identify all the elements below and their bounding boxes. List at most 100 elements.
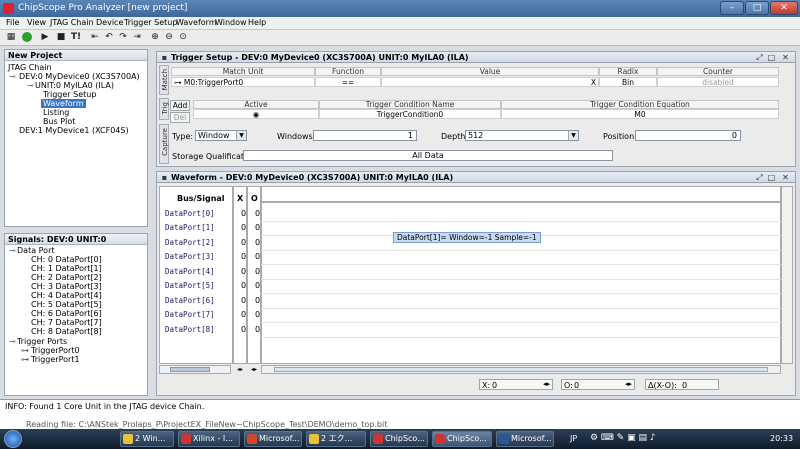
expand-icon[interactable]: ⊸ xyxy=(9,246,16,255)
menu-trigger-setup[interactable]: Trigger Setup xyxy=(124,18,177,27)
active-radio[interactable]: ◉ xyxy=(193,109,319,119)
cursor-x-nav-icon[interactable]: ◂▸ xyxy=(543,380,550,388)
cursor-left-icon[interactable]: ⇤ xyxy=(88,31,102,44)
menu-help[interactable]: Help xyxy=(248,18,266,27)
maximize-icon[interactable]: □ xyxy=(767,173,776,182)
expand-icon[interactable]: ⊸ xyxy=(9,337,16,346)
chevron-down-icon[interactable]: ▼ xyxy=(568,131,578,140)
maximize-icon[interactable]: □ xyxy=(767,53,776,62)
trigger-condition-equation-cell[interactable]: M0 xyxy=(501,109,779,119)
windows-input[interactable]: 1 xyxy=(313,130,417,141)
run-icon[interactable]: ▶ xyxy=(38,31,52,44)
vertical-scrollbar[interactable] xyxy=(781,186,793,364)
menu-file[interactable]: File xyxy=(6,18,19,27)
x-scroll-arrows[interactable]: ◂▸ xyxy=(233,365,247,374)
storage-qualification-field[interactable]: All Data xyxy=(243,150,613,161)
minimize-button[interactable]: – xyxy=(720,1,744,15)
tree-trigger-ports[interactable]: Trigger Ports xyxy=(17,337,67,346)
tree-trigger-port[interactable]: TriggerPort0 xyxy=(31,346,80,355)
task-button[interactable]: Microsof... xyxy=(496,431,554,447)
close-button[interactable]: ✕ xyxy=(770,1,798,15)
expand-icon[interactable]: ⊸ xyxy=(9,72,16,81)
zoom-fit-icon[interactable]: ⊙ xyxy=(176,31,190,44)
trigger-condition-name-cell[interactable]: TriggerCondition0 xyxy=(319,109,501,119)
waveform-canvas[interactable] xyxy=(261,202,781,364)
tree-bus-plot[interactable]: Bus Plot xyxy=(43,117,75,126)
add-button[interactable]: Add xyxy=(170,100,190,111)
tree-unit0[interactable]: UNIT:0 MyILA0 (ILA) xyxy=(35,81,114,90)
signal-row-name[interactable]: DataPort[7] xyxy=(165,310,215,319)
waveform-hscrollbar[interactable] xyxy=(261,365,781,374)
tray-icons[interactable]: ⚙ ⌨ ✎ ▣ ▤ ♪ xyxy=(590,433,656,443)
function-cell[interactable]: == xyxy=(315,77,381,87)
signal-row-name[interactable]: DataPort[1] xyxy=(165,223,215,232)
task-button-active[interactable]: ChipSco... xyxy=(432,431,492,447)
close-icon[interactable]: ✕ xyxy=(781,173,790,182)
task-button[interactable]: Xilinx - I... xyxy=(178,431,240,447)
type-select[interactable]: Window ▼ xyxy=(195,130,247,141)
signal-row-name[interactable]: DataPort[5] xyxy=(165,281,215,290)
tree-channel[interactable]: CH: 6 DataPort[6] xyxy=(31,309,102,318)
tree-channel[interactable]: CH: 4 DataPort[4] xyxy=(31,291,102,300)
tree-channel[interactable]: CH: 8 DataPort[8] xyxy=(31,327,102,336)
signal-hscrollbar[interactable] xyxy=(159,365,231,374)
match-unit-cell[interactable]: ⊶ M0:TriggerPort0 xyxy=(171,77,315,87)
expand-icon[interactable]: ⊸ xyxy=(27,81,34,90)
menu-window[interactable]: Window xyxy=(215,18,247,27)
signal-row-name[interactable]: DataPort[0] xyxy=(165,209,215,218)
o-scroll-arrows[interactable]: ◂▸ xyxy=(247,365,261,374)
tree-data-port[interactable]: Data Port xyxy=(17,246,55,255)
cursor-right2-icon[interactable]: ↷ xyxy=(116,31,130,44)
position-input[interactable]: 0 xyxy=(635,130,741,141)
tab-match[interactable]: Match xyxy=(159,65,169,95)
maximize-button[interactable]: □ xyxy=(745,1,769,15)
tree-channel[interactable]: CH: 3 DataPort[3] xyxy=(31,282,102,291)
menu-device[interactable]: Device xyxy=(96,18,123,27)
cursor-o-nav-icon[interactable]: ◂▸ xyxy=(625,380,632,388)
stop-icon[interactable]: ■ xyxy=(54,31,68,44)
scroll-thumb[interactable] xyxy=(170,367,210,372)
chevron-down-icon[interactable]: ▼ xyxy=(236,131,246,140)
tree-dev1[interactable]: DEV:1 MyDevice1 (XCF04S) xyxy=(19,126,129,135)
trigger-immediate-button[interactable]: T! xyxy=(68,31,84,44)
menu-view[interactable]: View xyxy=(27,18,46,27)
task-button[interactable]: 2 Win... xyxy=(120,431,174,447)
scroll-thumb[interactable] xyxy=(274,367,768,372)
signal-row-name[interactable]: DataPort[4] xyxy=(165,267,215,276)
start-button-icon[interactable] xyxy=(4,430,22,448)
close-icon[interactable]: ✕ xyxy=(781,53,790,62)
tree-channel[interactable]: CH: 0 DataPort[0] xyxy=(31,255,102,264)
language-indicator[interactable]: JP xyxy=(570,434,577,443)
tab-capture[interactable]: Capture xyxy=(159,124,169,164)
tree-waveform[interactable]: Waveform xyxy=(41,99,86,108)
cursor-right-icon[interactable]: ⇥ xyxy=(130,31,144,44)
cursor-left2-icon[interactable]: ↶ xyxy=(102,31,116,44)
tree-trigger-setup[interactable]: Trigger Setup xyxy=(43,90,96,99)
tree-jtag-chain[interactable]: JTAG Chain xyxy=(8,63,52,72)
tree-channel[interactable]: CH: 2 DataPort[2] xyxy=(31,273,102,282)
tree-channel[interactable]: CH: 1 DataPort[1] xyxy=(31,264,102,273)
tab-trig[interactable]: Trig xyxy=(159,98,169,120)
menu-waveform[interactable]: Waveform xyxy=(176,18,217,27)
signal-row-name[interactable]: DataPort[6] xyxy=(165,296,215,305)
task-button[interactable]: Microsof... xyxy=(244,431,302,447)
signal-row-name[interactable]: DataPort[8] xyxy=(165,325,215,334)
undock-icon[interactable]: ⤢ xyxy=(755,53,764,62)
del-button[interactable]: Del xyxy=(170,112,190,123)
value-cell[interactable]: X xyxy=(381,77,599,87)
radix-cell[interactable]: Bin xyxy=(599,77,657,87)
signal-row-name[interactable]: DataPort[2] xyxy=(165,238,215,247)
tree-trigger-port[interactable]: TriggerPort1 xyxy=(31,355,80,364)
counter-cell[interactable]: disabled xyxy=(657,77,779,87)
tree-listing[interactable]: Listing xyxy=(43,108,69,117)
depth-select[interactable]: 512 ▼ xyxy=(465,130,579,141)
auto-connect-icon[interactable] xyxy=(20,31,34,44)
scan-chain-icon[interactable]: ▦ xyxy=(4,31,18,44)
tree-dev0[interactable]: DEV:0 MyDevice0 (XC3S700A) xyxy=(19,72,140,81)
task-button[interactable]: 2 エク... xyxy=(306,431,366,447)
menu-jtag-chain[interactable]: JTAG Chain xyxy=(50,18,94,27)
zoom-in-icon[interactable]: ⊕ xyxy=(148,31,162,44)
zoom-out-icon[interactable]: ⊖ xyxy=(162,31,176,44)
tree-channel[interactable]: CH: 7 DataPort[7] xyxy=(31,318,102,327)
tree-channel[interactable]: CH: 5 DataPort[5] xyxy=(31,300,102,309)
